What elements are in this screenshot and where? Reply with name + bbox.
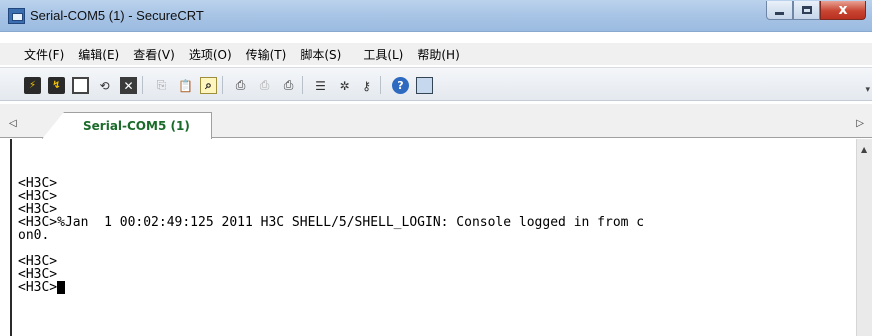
title-bar[interactable]: Serial-COM5 (1) - SecureCRT x	[0, 0, 872, 32]
terminal-output[interactable]: <H3C> <H3C> <H3C> <H3C>%Jan 1 00:02:49:1…	[10, 139, 856, 336]
minimize-button[interactable]	[766, 1, 793, 20]
global-options-icon[interactable]: ✲	[336, 77, 353, 94]
maximize-button[interactable]	[793, 1, 820, 20]
session-tab-strip: ◁ Serial-COM5 (1) ▷	[0, 104, 872, 139]
disconnect-icon[interactable]: ✕	[120, 77, 137, 94]
maximize-icon	[801, 6, 812, 14]
keymap-icon[interactable]: ⚷	[358, 77, 375, 94]
minimize-icon	[775, 11, 784, 15]
menu-view[interactable]: 查看(V)	[133, 46, 175, 63]
chevron-right-icon[interactable]: ▷	[856, 118, 864, 129]
terminal-prompt-line: <H3C>	[18, 281, 856, 294]
menu-script[interactable]: 脚本(S)	[300, 46, 341, 63]
screen-icon[interactable]	[416, 77, 433, 94]
close-icon: x	[838, 2, 848, 18]
menu-transfer[interactable]: 传输(T)	[246, 46, 287, 63]
toolbar-separator	[222, 76, 223, 94]
terminal-line: <H3C>	[18, 254, 58, 269]
terminal-line: on0.	[18, 228, 50, 243]
securecrt-app-icon[interactable]	[8, 8, 25, 24]
copy-icon[interactable]: ⎘	[153, 77, 170, 94]
find-icon[interactable]: ⌕	[200, 77, 217, 94]
toolbar-separator	[142, 76, 143, 94]
quick-connect-icon[interactable]: ↯	[48, 77, 65, 94]
print-selection-icon[interactable]: ⎙	[256, 77, 273, 94]
menu-options[interactable]: 选项(O)	[189, 46, 232, 63]
toolbar: ⚡ ↯ ⟲ ✕ ⎘ 📋 ⌕ ⎙ ⎙ ⎙ ☰ ✲ ⚷ ? ▾	[0, 67, 872, 101]
terminal-line: <H3C>	[18, 176, 58, 191]
window-controls: x	[766, 1, 866, 21]
toolbar-separator	[302, 76, 303, 94]
tab-label: Serial-COM5 (1)	[83, 119, 190, 133]
terminal-line: <H3C>%Jan 1 00:02:49:125 2011 H3C SHELL/…	[18, 215, 645, 230]
print-icon[interactable]: ⎙	[232, 77, 249, 94]
vertical-scrollbar[interactable]: ▲	[856, 139, 872, 336]
toolbar-overflow-icon[interactable]: ▾	[865, 85, 870, 95]
connect-icon[interactable]: ⚡	[24, 77, 41, 94]
window-title: Serial-COM5 (1) - SecureCRT	[30, 8, 204, 23]
reconnect-icon[interactable]: ⟲	[96, 77, 113, 94]
close-button[interactable]: x	[820, 1, 866, 20]
chevron-left-icon[interactable]: ◁	[9, 118, 17, 129]
session-options-icon[interactable]: ☰	[312, 77, 329, 94]
terminal-prompt: <H3C>	[18, 280, 58, 295]
menu-help[interactable]: 帮助(H)	[417, 46, 459, 63]
paste-icon[interactable]: 📋	[177, 77, 194, 94]
menu-bar: 文件(F) 编辑(E) 查看(V) 选项(O) 传输(T) 脚本(S) 工具(L…	[0, 43, 872, 65]
terminal-line: <H3C>	[18, 189, 58, 204]
print-setup-icon[interactable]: ⎙	[280, 77, 297, 94]
text-cursor	[57, 281, 66, 294]
tab-serial-com5[interactable]: Serial-COM5 (1)	[42, 112, 212, 139]
menu-file[interactable]: 文件(F)	[24, 46, 64, 63]
toolbar-separator	[380, 76, 381, 94]
help-icon[interactable]: ?	[392, 77, 409, 94]
connect-tab-icon[interactable]	[72, 77, 89, 94]
menu-edit[interactable]: 编辑(E)	[78, 46, 119, 63]
scroll-up-arrow-icon[interactable]: ▲	[861, 145, 867, 154]
terminal-line: <H3C>	[18, 267, 58, 282]
menu-tools[interactable]: 工具(L)	[363, 46, 403, 63]
